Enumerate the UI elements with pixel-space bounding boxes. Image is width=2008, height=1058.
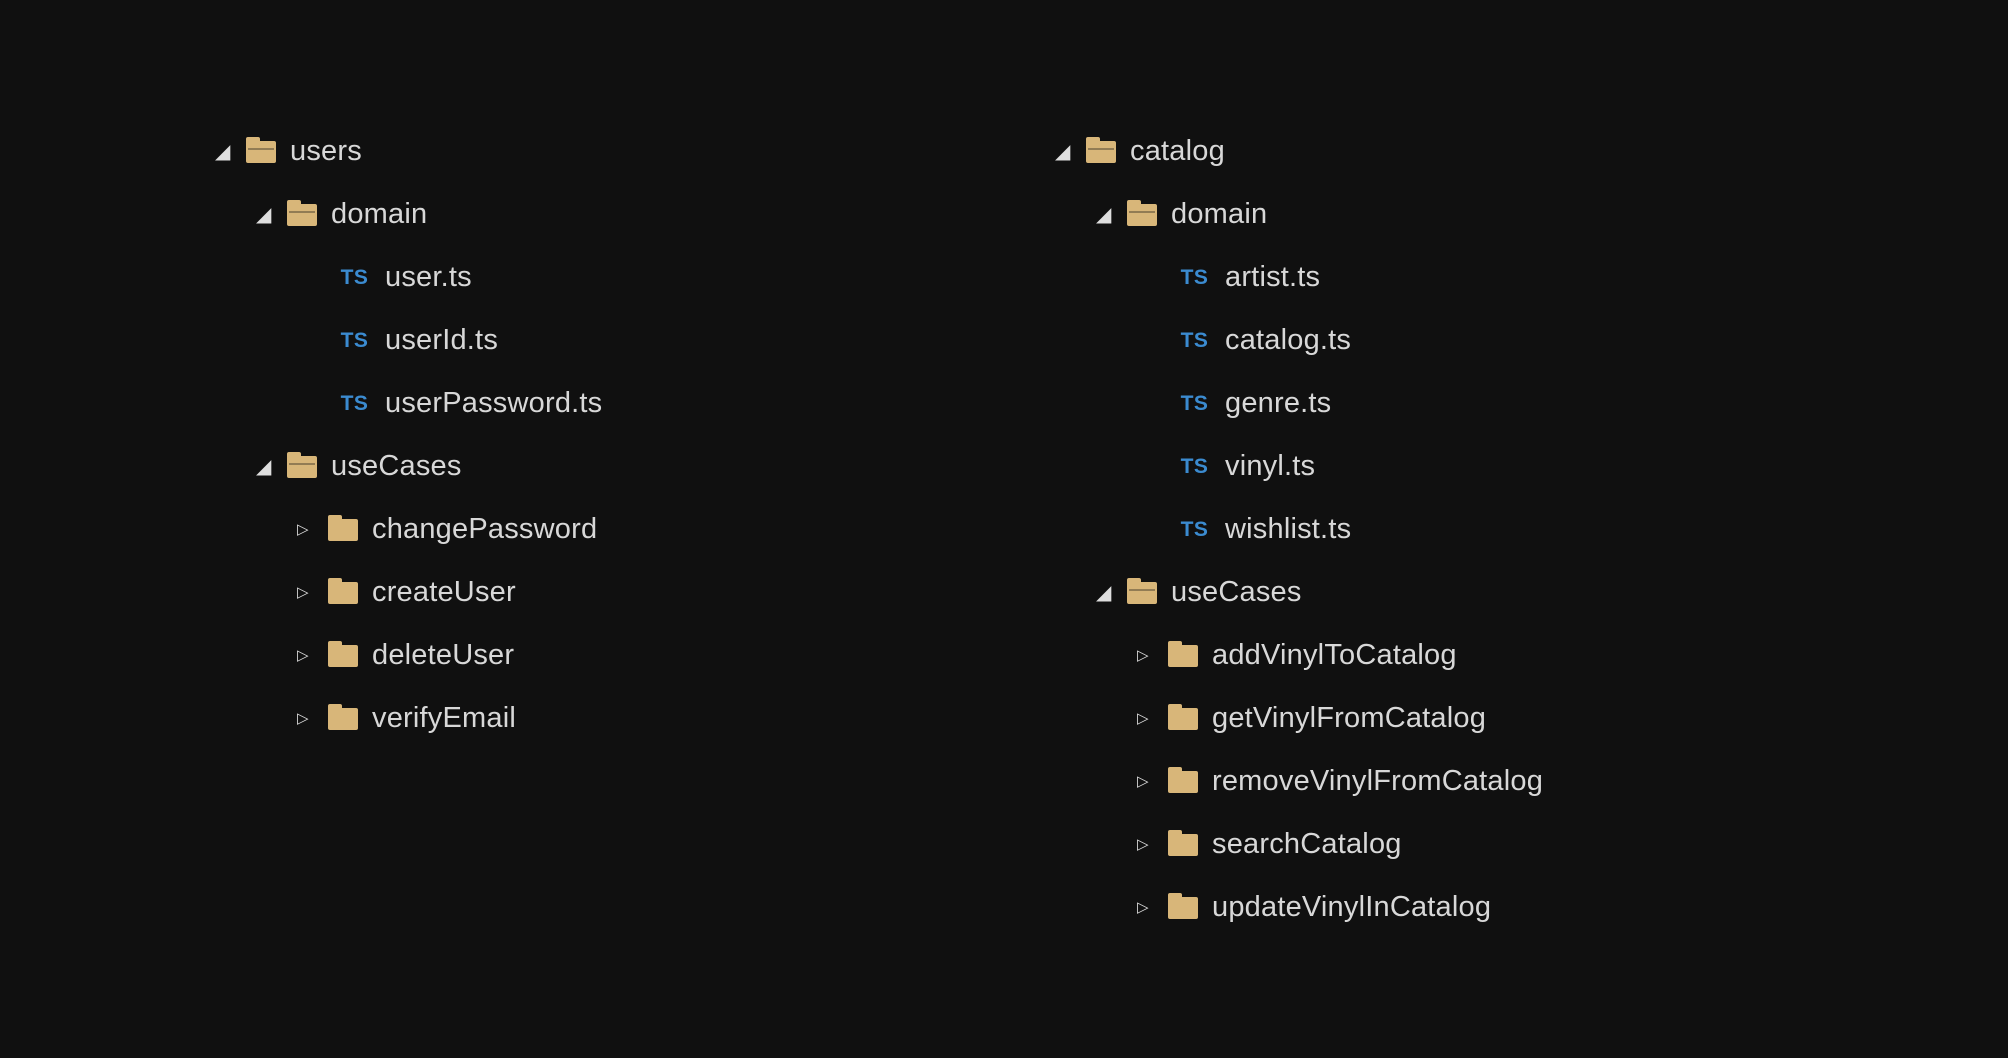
folder-icon — [1168, 834, 1198, 856]
folder-users[interactable]: ◢ users — [215, 120, 955, 183]
file-wishlist-ts[interactable]: TS wishlist.ts — [1055, 498, 1543, 561]
folder-updatevinylincatalog[interactable]: ▷ updateVinylInCatalog — [1055, 876, 1543, 939]
folder-addvinyltocatalog[interactable]: ▷ addVinylToCatalog — [1055, 624, 1543, 687]
chevron-right-icon: ▷ — [297, 648, 315, 663]
folder-searchcatalog[interactable]: ▷ searchCatalog — [1055, 813, 1543, 876]
chevron-right-icon: ▷ — [297, 585, 315, 600]
folder-icon — [328, 708, 358, 730]
folder-label: users — [290, 135, 362, 168]
folder-label: useCases — [1171, 576, 1302, 609]
typescript-icon: TS — [1178, 392, 1211, 416]
file-userpassword-ts[interactable]: TS userPassword.ts — [215, 372, 955, 435]
file-label: user.ts — [385, 261, 472, 294]
typescript-icon: TS — [338, 329, 371, 353]
folder-label: changePassword — [372, 513, 597, 546]
chevron-right-icon: ▷ — [1137, 900, 1155, 915]
file-artist-ts[interactable]: TS artist.ts — [1055, 246, 1543, 309]
folder-label: removeVinylFromCatalog — [1212, 765, 1543, 798]
chevron-down-icon: ◢ — [1096, 583, 1114, 603]
typescript-icon: TS — [1178, 329, 1211, 353]
folder-verifyemail[interactable]: ▷ verifyEmail — [215, 687, 955, 750]
chevron-down-icon: ◢ — [256, 457, 274, 477]
folder-changepassword[interactable]: ▷ changePassword — [215, 498, 955, 561]
folder-label: catalog — [1130, 135, 1225, 168]
folder-icon — [1168, 708, 1198, 730]
file-label: catalog.ts — [1225, 324, 1351, 357]
folder-label: updateVinylInCatalog — [1212, 891, 1491, 924]
chevron-right-icon: ▷ — [1137, 837, 1155, 852]
file-genre-ts[interactable]: TS genre.ts — [1055, 372, 1543, 435]
folder-icon — [328, 645, 358, 667]
folder-label: verifyEmail — [372, 702, 516, 735]
file-vinyl-ts[interactable]: TS vinyl.ts — [1055, 435, 1543, 498]
folder-removevinylfromcatalog[interactable]: ▷ removeVinylFromCatalog — [1055, 750, 1543, 813]
file-label: userPassword.ts — [385, 387, 602, 420]
chevron-down-icon: ◢ — [1055, 142, 1073, 162]
folder-label: domain — [1171, 198, 1267, 231]
chevron-right-icon: ▷ — [1137, 648, 1155, 663]
folder-domain[interactable]: ◢ domain — [1055, 183, 1543, 246]
folder-open-icon — [287, 204, 317, 226]
folder-label: useCases — [331, 450, 462, 483]
chevron-right-icon: ▷ — [297, 711, 315, 726]
folder-label: createUser — [372, 576, 516, 609]
file-userid-ts[interactable]: TS userId.ts — [215, 309, 955, 372]
folder-open-icon — [287, 456, 317, 478]
folder-createuser[interactable]: ▷ createUser — [215, 561, 955, 624]
typescript-icon: TS — [1178, 518, 1211, 542]
folder-open-icon — [1086, 141, 1116, 163]
file-tree-users: ◢ users ◢ domain TS user.ts TS userId.ts… — [215, 120, 955, 1058]
chevron-right-icon: ▷ — [297, 522, 315, 537]
folder-label: getVinylFromCatalog — [1212, 702, 1486, 735]
file-label: vinyl.ts — [1225, 450, 1315, 483]
chevron-down-icon: ◢ — [256, 205, 274, 225]
folder-icon — [328, 519, 358, 541]
typescript-icon: TS — [338, 392, 371, 416]
folder-label: deleteUser — [372, 639, 514, 672]
file-label: genre.ts — [1225, 387, 1331, 420]
folder-usecases[interactable]: ◢ useCases — [1055, 561, 1543, 624]
folder-getvinylfromcatalog[interactable]: ▷ getVinylFromCatalog — [1055, 687, 1543, 750]
chevron-down-icon: ◢ — [1096, 205, 1114, 225]
chevron-right-icon: ▷ — [1137, 711, 1155, 726]
folder-icon — [1168, 897, 1198, 919]
file-user-ts[interactable]: TS user.ts — [215, 246, 955, 309]
file-label: artist.ts — [1225, 261, 1320, 294]
typescript-icon: TS — [338, 266, 371, 290]
folder-icon — [328, 582, 358, 604]
file-tree-catalog: ◢ catalog ◢ domain TS artist.ts TS catal… — [1055, 120, 1543, 1058]
folder-open-icon — [1127, 582, 1157, 604]
folder-label: searchCatalog — [1212, 828, 1402, 861]
folder-label: addVinylToCatalog — [1212, 639, 1457, 672]
folder-domain[interactable]: ◢ domain — [215, 183, 955, 246]
typescript-icon: TS — [1178, 455, 1211, 479]
chevron-right-icon: ▷ — [1137, 774, 1155, 789]
file-label: wishlist.ts — [1225, 513, 1351, 546]
folder-catalog[interactable]: ◢ catalog — [1055, 120, 1543, 183]
folder-icon — [1168, 771, 1198, 793]
folder-deleteuser[interactable]: ▷ deleteUser — [215, 624, 955, 687]
folder-icon — [1168, 645, 1198, 667]
file-label: userId.ts — [385, 324, 498, 357]
folder-open-icon — [246, 141, 276, 163]
typescript-icon: TS — [1178, 266, 1211, 290]
folder-open-icon — [1127, 204, 1157, 226]
chevron-down-icon: ◢ — [215, 142, 233, 162]
folder-label: domain — [331, 198, 427, 231]
file-catalog-ts[interactable]: TS catalog.ts — [1055, 309, 1543, 372]
folder-usecases[interactable]: ◢ useCases — [215, 435, 955, 498]
